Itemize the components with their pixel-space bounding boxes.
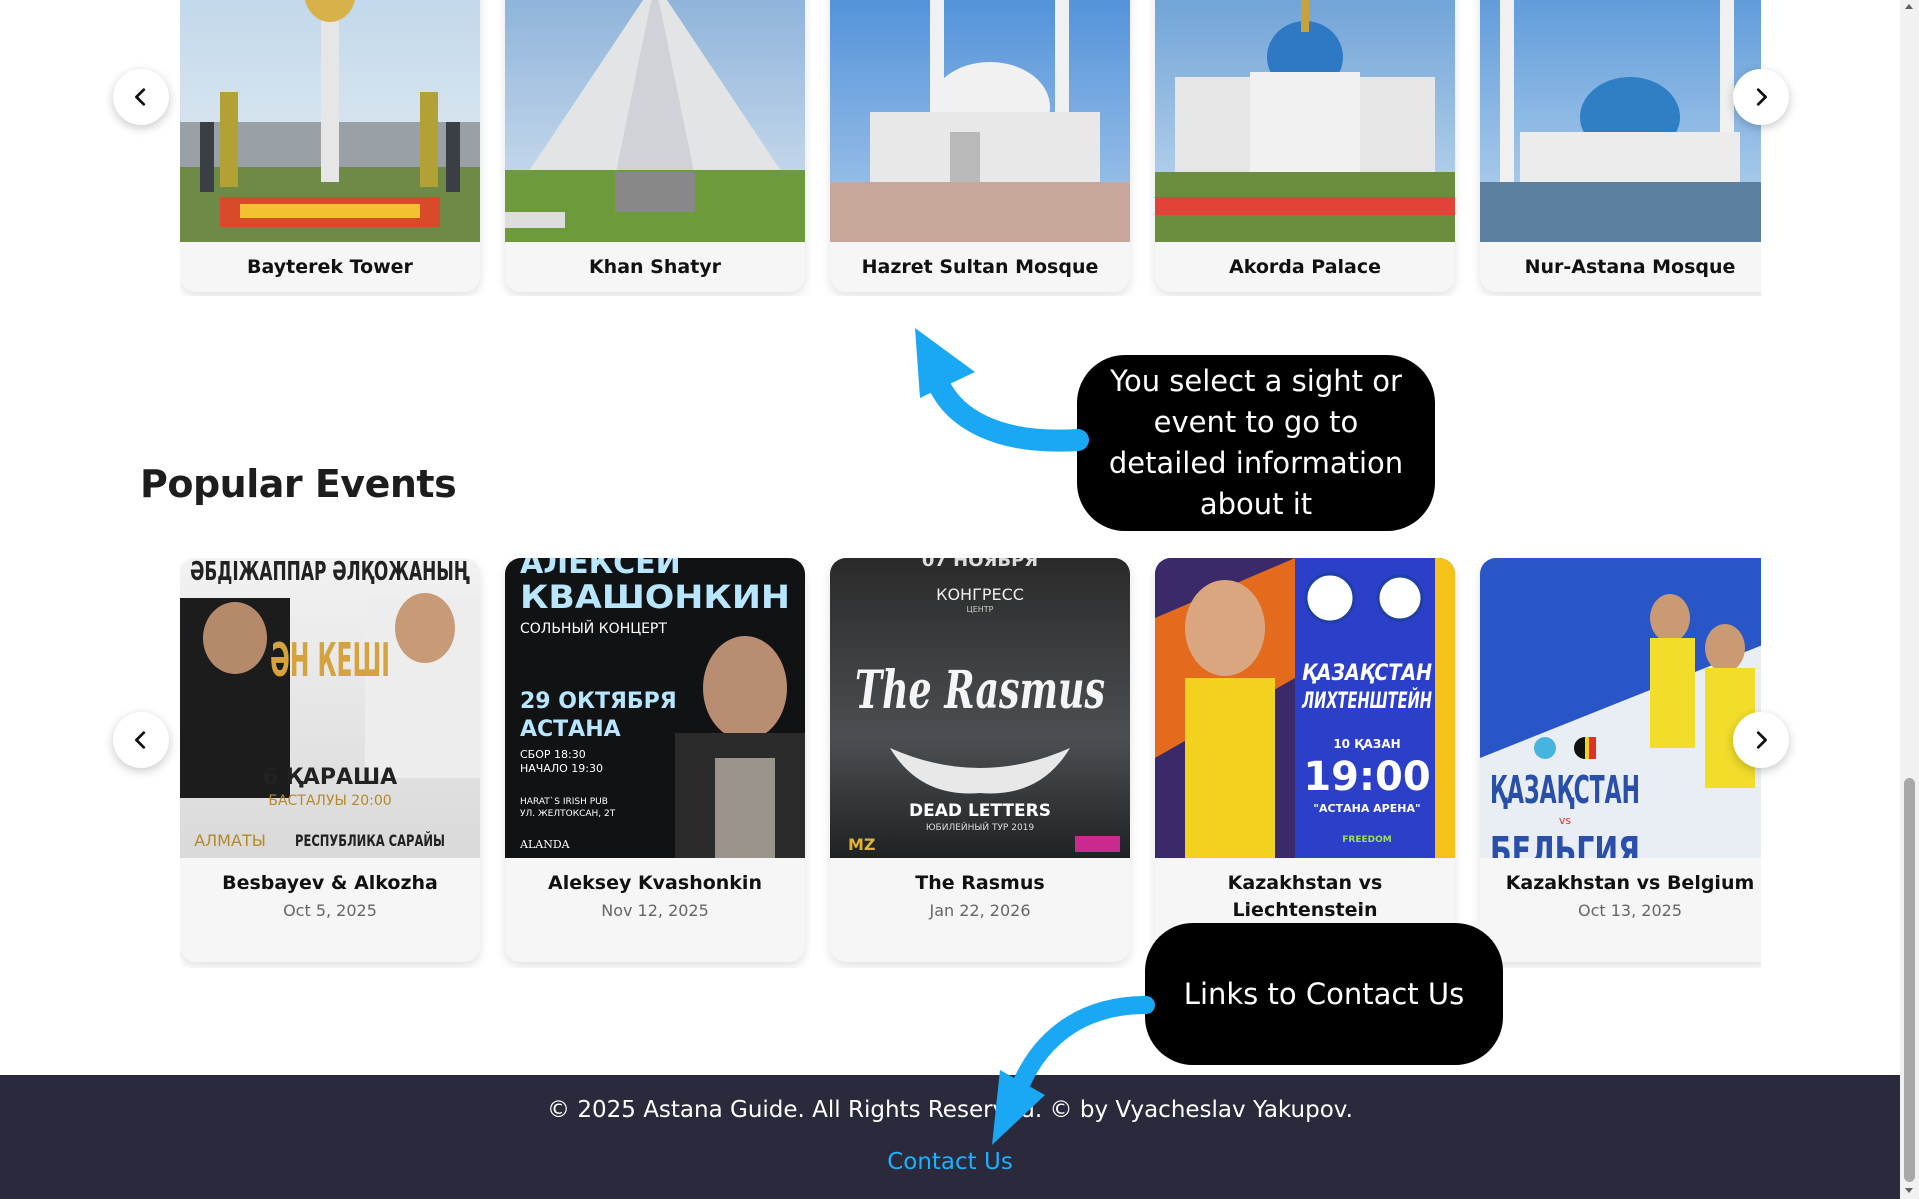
scroll-down-icon[interactable] [1905,1188,1913,1193]
section-title-popular-events: Popular Events [140,462,457,506]
event-poster-rasmus: 07 НОЯБРЯ КОНГРЕСС ЦЕНТР The Rasmus DEAD… [830,558,1130,858]
poster-text: СБОР 18:30 [520,748,586,761]
sight-image-khan-shatyr [505,0,805,242]
event-poster-kaz-liechtenstein: ҚАЗАҚСТАН ЛИХТЕНШТЕЙН 10 ҚАЗАН 19:00 "АС… [1155,558,1455,858]
poster-text: ҚАЗАҚСТАН [1490,768,1640,812]
chevron-right-icon [1756,731,1767,749]
events-next-button[interactable] [1733,712,1789,768]
callout-text: Links to Contact Us [1183,977,1465,1011]
sight-card-hazret-sultan[interactable]: Hazret Sultan Mosque [830,0,1130,292]
sight-image-akorda [1155,0,1455,242]
poster-text: КОНГРЕСС [936,585,1024,604]
scroll-up-icon[interactable] [1905,4,1913,9]
poster-text: ЦЕНТР [967,605,994,614]
sight-title: Hazret Sultan Mosque [861,256,1099,278]
sight-card-khan-shatyr[interactable]: Khan Shatyr [505,0,805,292]
poster-text: БЕЛЬГИЯ [1490,829,1640,858]
footer-copyright: © 2025 Astana Guide. All Rights Reserved… [547,1097,1353,1123]
event-poster-kaz-belgium: ҚАЗАҚСТАН vs БЕЛЬГИЯ [1480,558,1761,858]
events-carousel: ӘБДІЖАППАР ӘЛҚОЖАНЫҢ ӘН КЕШІ 6 ҚАРАША БА… [180,558,1761,968]
chevron-left-icon [135,731,146,749]
poster-text: ALANDA [519,838,571,851]
poster-text: РЕСПУБЛИКА САРАЙЫ [295,831,445,850]
poster-text: HARAT`S IRISH PUB [520,796,608,807]
poster-text: АСТАНА [520,717,621,742]
poster-text: 6 ҚАРАША [263,765,397,790]
poster-text: ӘН КЕШІ [270,633,390,687]
event-card-kaz-belgium[interactable]: ҚАЗАҚСТАН vs БЕЛЬГИЯ Kazakhstan vs Belgi… [1480,558,1761,962]
event-date: Oct 5, 2025 [283,901,377,920]
sight-card-nur-astana[interactable]: Nur-Astana Mosque [1480,0,1761,292]
poster-text: ҚАЗАҚСТАН [1302,661,1432,686]
poster-text: ЮБИЛЕЙНЫЙ ТУР 2019 [926,821,1035,833]
scrollbar-thumb[interactable] [1904,778,1915,1182]
sight-image-bayterek [180,0,480,242]
poster-text: КВАШОНКИН [520,578,790,616]
sights-next-button[interactable] [1733,69,1789,125]
callout-select-hint: You select a sight or event to go to det… [1077,355,1435,531]
event-date: Oct 13, 2025 [1578,901,1682,920]
sight-title: Nur-Astana Mosque [1524,256,1736,278]
event-title: Kazakhstan vs Belgium [1505,872,1755,894]
poster-text: УЛ. ЖЕЛТОКСАН, 2Т [520,809,616,819]
sight-title: Bayterek Tower [247,256,413,278]
poster-text: 10 ҚАЗАН [1333,737,1400,751]
event-card-rasmus[interactable]: 07 НОЯБРЯ КОНГРЕСС ЦЕНТР The Rasmus DEAD… [830,558,1130,962]
event-title: Besbayev & Alkozha [222,872,438,894]
poster-text: НАЧАЛО 19:30 [520,762,603,775]
event-title: Kazakhstan vs Liechtenstein [1227,872,1383,921]
poster-text: 29 ОКТЯБРЯ [520,689,677,714]
sight-title: Khan Shatyr [588,256,722,278]
events-prev-button[interactable] [113,712,169,768]
poster-text: 07 НОЯБРЯ [922,558,1038,571]
event-title: Aleksey Kvashonkin [548,872,762,894]
poster-text: СОЛЬНЫЙ КОНЦЕРТ [520,619,667,637]
callout-contact-hint: Links to Contact Us [1145,923,1503,1065]
poster-text: АЛМАТЫ [194,831,266,850]
sight-title: Akorda Palace [1228,256,1381,278]
event-poster-kvashonkin: АЛЕКСЕЙ КВАШОНКИН СОЛЬНЫЙ КОНЦЕРТ 29 ОКТ… [505,558,805,858]
poster-text: ӘБДІЖАППАР ӘЛҚОЖАНЫҢ [190,558,470,587]
contact-us-link[interactable]: Contact Us [0,1149,1900,1175]
event-card-kaz-liechtenstein[interactable]: ҚАЗАҚСТАН ЛИХТЕНШТЕЙН 10 ҚАЗАН 19:00 "АС… [1155,558,1455,962]
poster-text: The Rasmus [855,660,1105,721]
poster-text: vs [1559,814,1572,827]
poster-text: MZ [848,835,876,854]
poster-text: FREEDOM [1342,835,1391,845]
event-card-kvashonkin[interactable]: АЛЕКСЕЙ КВАШОНКИН СОЛЬНЫЙ КОНЦЕРТ 29 ОКТ… [505,558,805,962]
sights-carousel: Bayterek Tower Khan Shatyr Hazret Sultan… [180,0,1761,296]
sight-card-akorda[interactable]: Akorda Palace [1155,0,1455,292]
poster-text: "АСТАНА АРЕНА" [1313,802,1420,815]
chevron-right-icon [1756,88,1767,106]
poster-text: 19:00 [1303,754,1430,800]
event-poster-besbayev: ӘБДІЖАППАР ӘЛҚОЖАНЫҢ ӘН КЕШІ 6 ҚАРАША БА… [180,558,480,858]
poster-text: БАСТАЛУЫ 20:00 [268,793,391,809]
vertical-scrollbar[interactable] [1900,0,1919,1199]
poster-text: DEAD LETTERS [909,801,1051,821]
event-title: The Rasmus [915,872,1045,894]
chevron-left-icon [135,88,146,106]
footer: © 2025 Astana Guide. All Rights Reserved… [0,1075,1900,1199]
event-date: Nov 12, 2025 [601,901,709,920]
sight-image-hazret-sultan [830,0,1130,242]
sight-card-bayterek[interactable]: Bayterek Tower [180,0,480,292]
poster-text: ЛИХТЕНШТЕЙН [1301,688,1432,714]
event-card-besbayev[interactable]: ӘБДІЖАППАР ӘЛҚОЖАНЫҢ ӘН КЕШІ 6 ҚАРАША БА… [180,558,480,962]
sights-prev-button[interactable] [113,69,169,125]
page: Bayterek Tower Khan Shatyr Hazret Sultan… [0,0,1900,1199]
callout-text: You select a sight or event to go to det… [1108,364,1404,521]
sight-image-nur-astana [1480,0,1761,242]
event-date: Jan 22, 2026 [929,901,1031,920]
